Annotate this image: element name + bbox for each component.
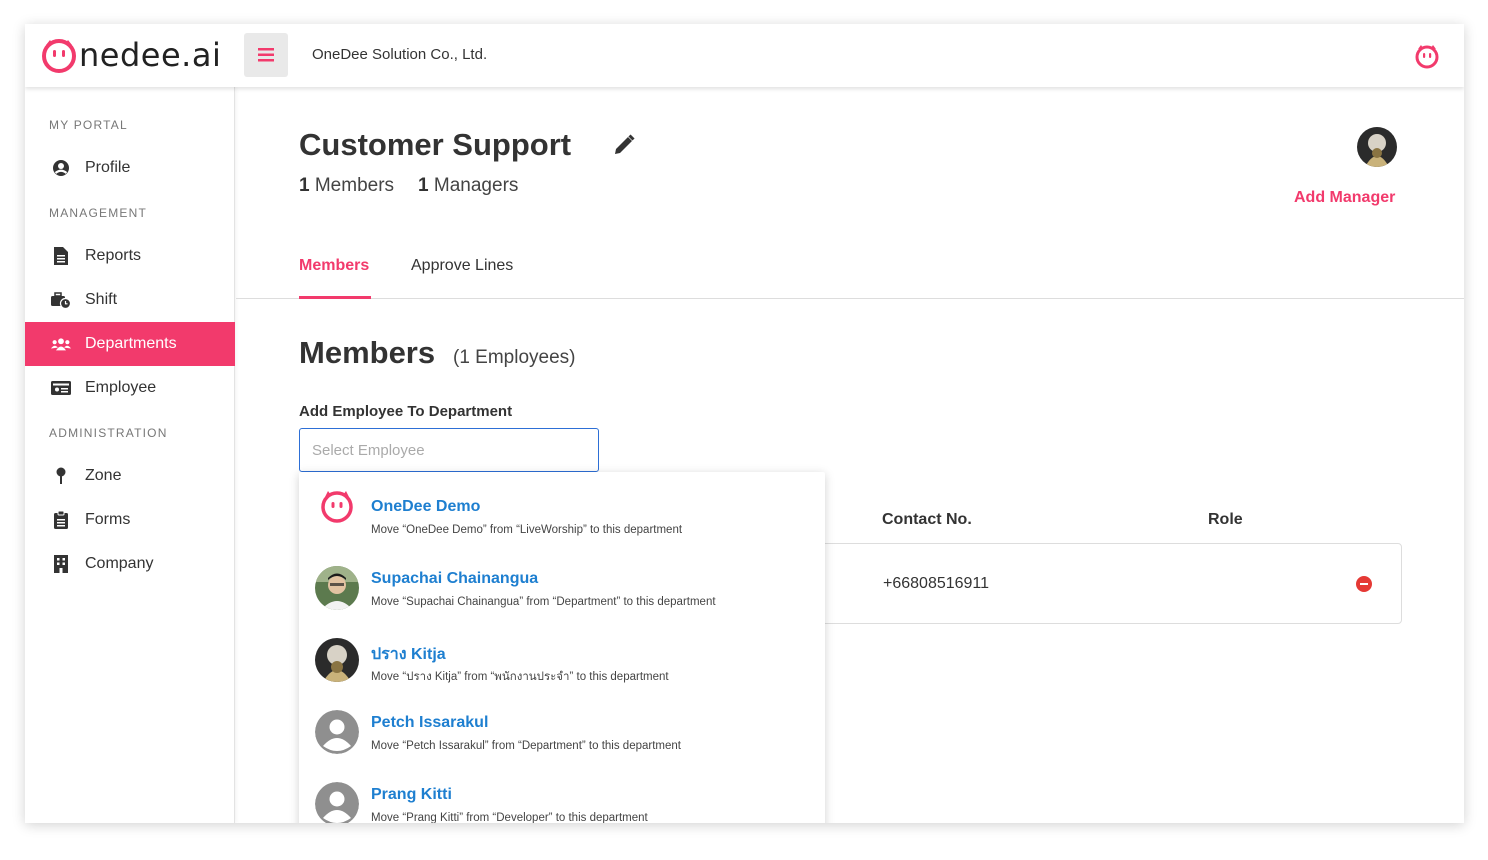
- clipboard-icon: [51, 510, 71, 530]
- dropdown-option[interactable]: OneDee Demo Move “OneDee Demo” from “Liv…: [299, 472, 825, 544]
- building-icon: [51, 554, 71, 574]
- avatar: [315, 638, 359, 682]
- main-content: Customer Support 1 Members 1 Managers Ad…: [236, 87, 1464, 823]
- tab-bar: Members Approve Lines: [236, 237, 1464, 299]
- department-title: Customer Support: [299, 127, 572, 162]
- active-tab-indicator: [299, 296, 371, 299]
- members-heading: Members: [299, 335, 436, 370]
- add-manager-link[interactable]: Add Manager: [1294, 189, 1395, 207]
- avatar: [315, 566, 359, 610]
- option-description: Move “OneDee Demo” from “LiveWorship” to…: [371, 524, 683, 536]
- tab-approve-lines[interactable]: Approve Lines: [411, 257, 513, 275]
- sidebar-item-label: Zone: [85, 467, 122, 484]
- sidebar-item-label: Departments: [85, 335, 177, 352]
- onedee-logo-icon: [42, 39, 76, 73]
- add-employee-label: Add Employee To Department: [299, 403, 513, 420]
- user-menu-icon[interactable]: [1414, 43, 1440, 69]
- users-group-icon: [51, 334, 71, 354]
- manager-avatar[interactable]: [1357, 127, 1397, 167]
- option-description: Move “Supachai Chainangua” from “Departm…: [371, 596, 716, 608]
- default-avatar-icon: [315, 782, 359, 823]
- logo-text: nedee.ai: [79, 36, 222, 74]
- pencil-icon[interactable]: [613, 134, 635, 156]
- contact-cell: +66808516911: [883, 575, 990, 592]
- column-header-contact: Contact No.: [882, 511, 972, 528]
- section-management: MANAGEMENT: [49, 206, 148, 220]
- app-window: nedee.ai OneDee Solution Co., Ltd. MY PO…: [25, 24, 1464, 823]
- map-pin-icon: [51, 466, 71, 486]
- logo[interactable]: nedee.ai: [40, 36, 221, 74]
- dropdown-option[interactable]: Prang Kitti Move “Prang Kitti” from “Dev…: [299, 760, 825, 823]
- document-icon: [51, 246, 71, 266]
- top-bar: nedee.ai OneDee Solution Co., Ltd.: [25, 24, 1464, 87]
- dropdown-option[interactable]: Supachai Chainangua Move “Supachai Chain…: [299, 544, 825, 616]
- sidebar-item-label: Profile: [85, 159, 131, 176]
- sidebar-item-forms[interactable]: Forms: [25, 498, 235, 542]
- sidebar-item-label: Company: [85, 555, 154, 572]
- members-count: 1 Members: [299, 175, 395, 196]
- option-name: Prang Kitti: [371, 786, 452, 803]
- option-name: Supachai Chainangua: [371, 570, 539, 587]
- onedee-logo-avatar: [315, 484, 359, 528]
- sidebar: MY PORTAL Profile MANAGEMENT Reports Shi…: [25, 87, 235, 823]
- option-description: Move “Petch Issarakul” from “Department”…: [371, 740, 681, 752]
- sidebar-item-shift[interactable]: Shift: [25, 278, 235, 322]
- sidebar-item-label: Forms: [85, 511, 131, 528]
- menu-toggle-button[interactable]: [244, 33, 288, 77]
- sidebar-item-reports[interactable]: Reports: [25, 234, 235, 278]
- shift-clock-icon: [51, 290, 71, 310]
- select-employee-input[interactable]: [299, 428, 599, 472]
- user-circle-icon: [51, 158, 71, 178]
- sidebar-item-company[interactable]: Company: [25, 542, 235, 586]
- hamburger-icon: [258, 48, 274, 62]
- option-description: Move “Prang Kitti” from “Developer” to t…: [371, 812, 648, 823]
- option-name: ปราง Kitja: [371, 646, 446, 663]
- section-my-portal: MY PORTAL: [49, 118, 128, 132]
- dropdown-option[interactable]: ปราง Kitja Move “ปราง Kitja” from “พนักง…: [299, 616, 825, 688]
- sidebar-item-label: Employee: [85, 379, 157, 396]
- remove-member-icon[interactable]: [1356, 576, 1372, 592]
- tab-members[interactable]: Members: [299, 257, 369, 275]
- column-header-role: Role: [1208, 511, 1243, 528]
- section-administration: ADMINISTRATION: [49, 426, 168, 440]
- department-counts: 1 Members 1 Managers: [299, 175, 518, 197]
- members-count-label: (1 Employees): [453, 347, 576, 368]
- sidebar-item-label: Reports: [85, 247, 142, 264]
- sidebar-item-label: Shift: [85, 291, 118, 308]
- id-card-icon: [51, 378, 71, 398]
- dropdown-option[interactable]: Petch Issarakul Move “Petch Issarakul” f…: [299, 688, 825, 760]
- sidebar-item-profile[interactable]: Profile: [25, 146, 235, 190]
- sidebar-item-zone[interactable]: Zone: [25, 454, 235, 498]
- managers-count: 1 Managers: [418, 175, 519, 196]
- company-name: OneDee Solution Co., Ltd.: [312, 46, 488, 63]
- sidebar-item-employee[interactable]: Employee: [25, 366, 235, 410]
- default-avatar-icon: [315, 710, 359, 754]
- option-name: OneDee Demo: [371, 498, 481, 515]
- employee-dropdown: OneDee Demo Move “OneDee Demo” from “Liv…: [299, 472, 825, 823]
- option-name: Petch Issarakul: [371, 714, 489, 731]
- option-description: Move “ปราง Kitja” from “พนักงานประจำ” to…: [371, 671, 669, 683]
- sidebar-item-departments[interactable]: Departments: [25, 322, 235, 366]
